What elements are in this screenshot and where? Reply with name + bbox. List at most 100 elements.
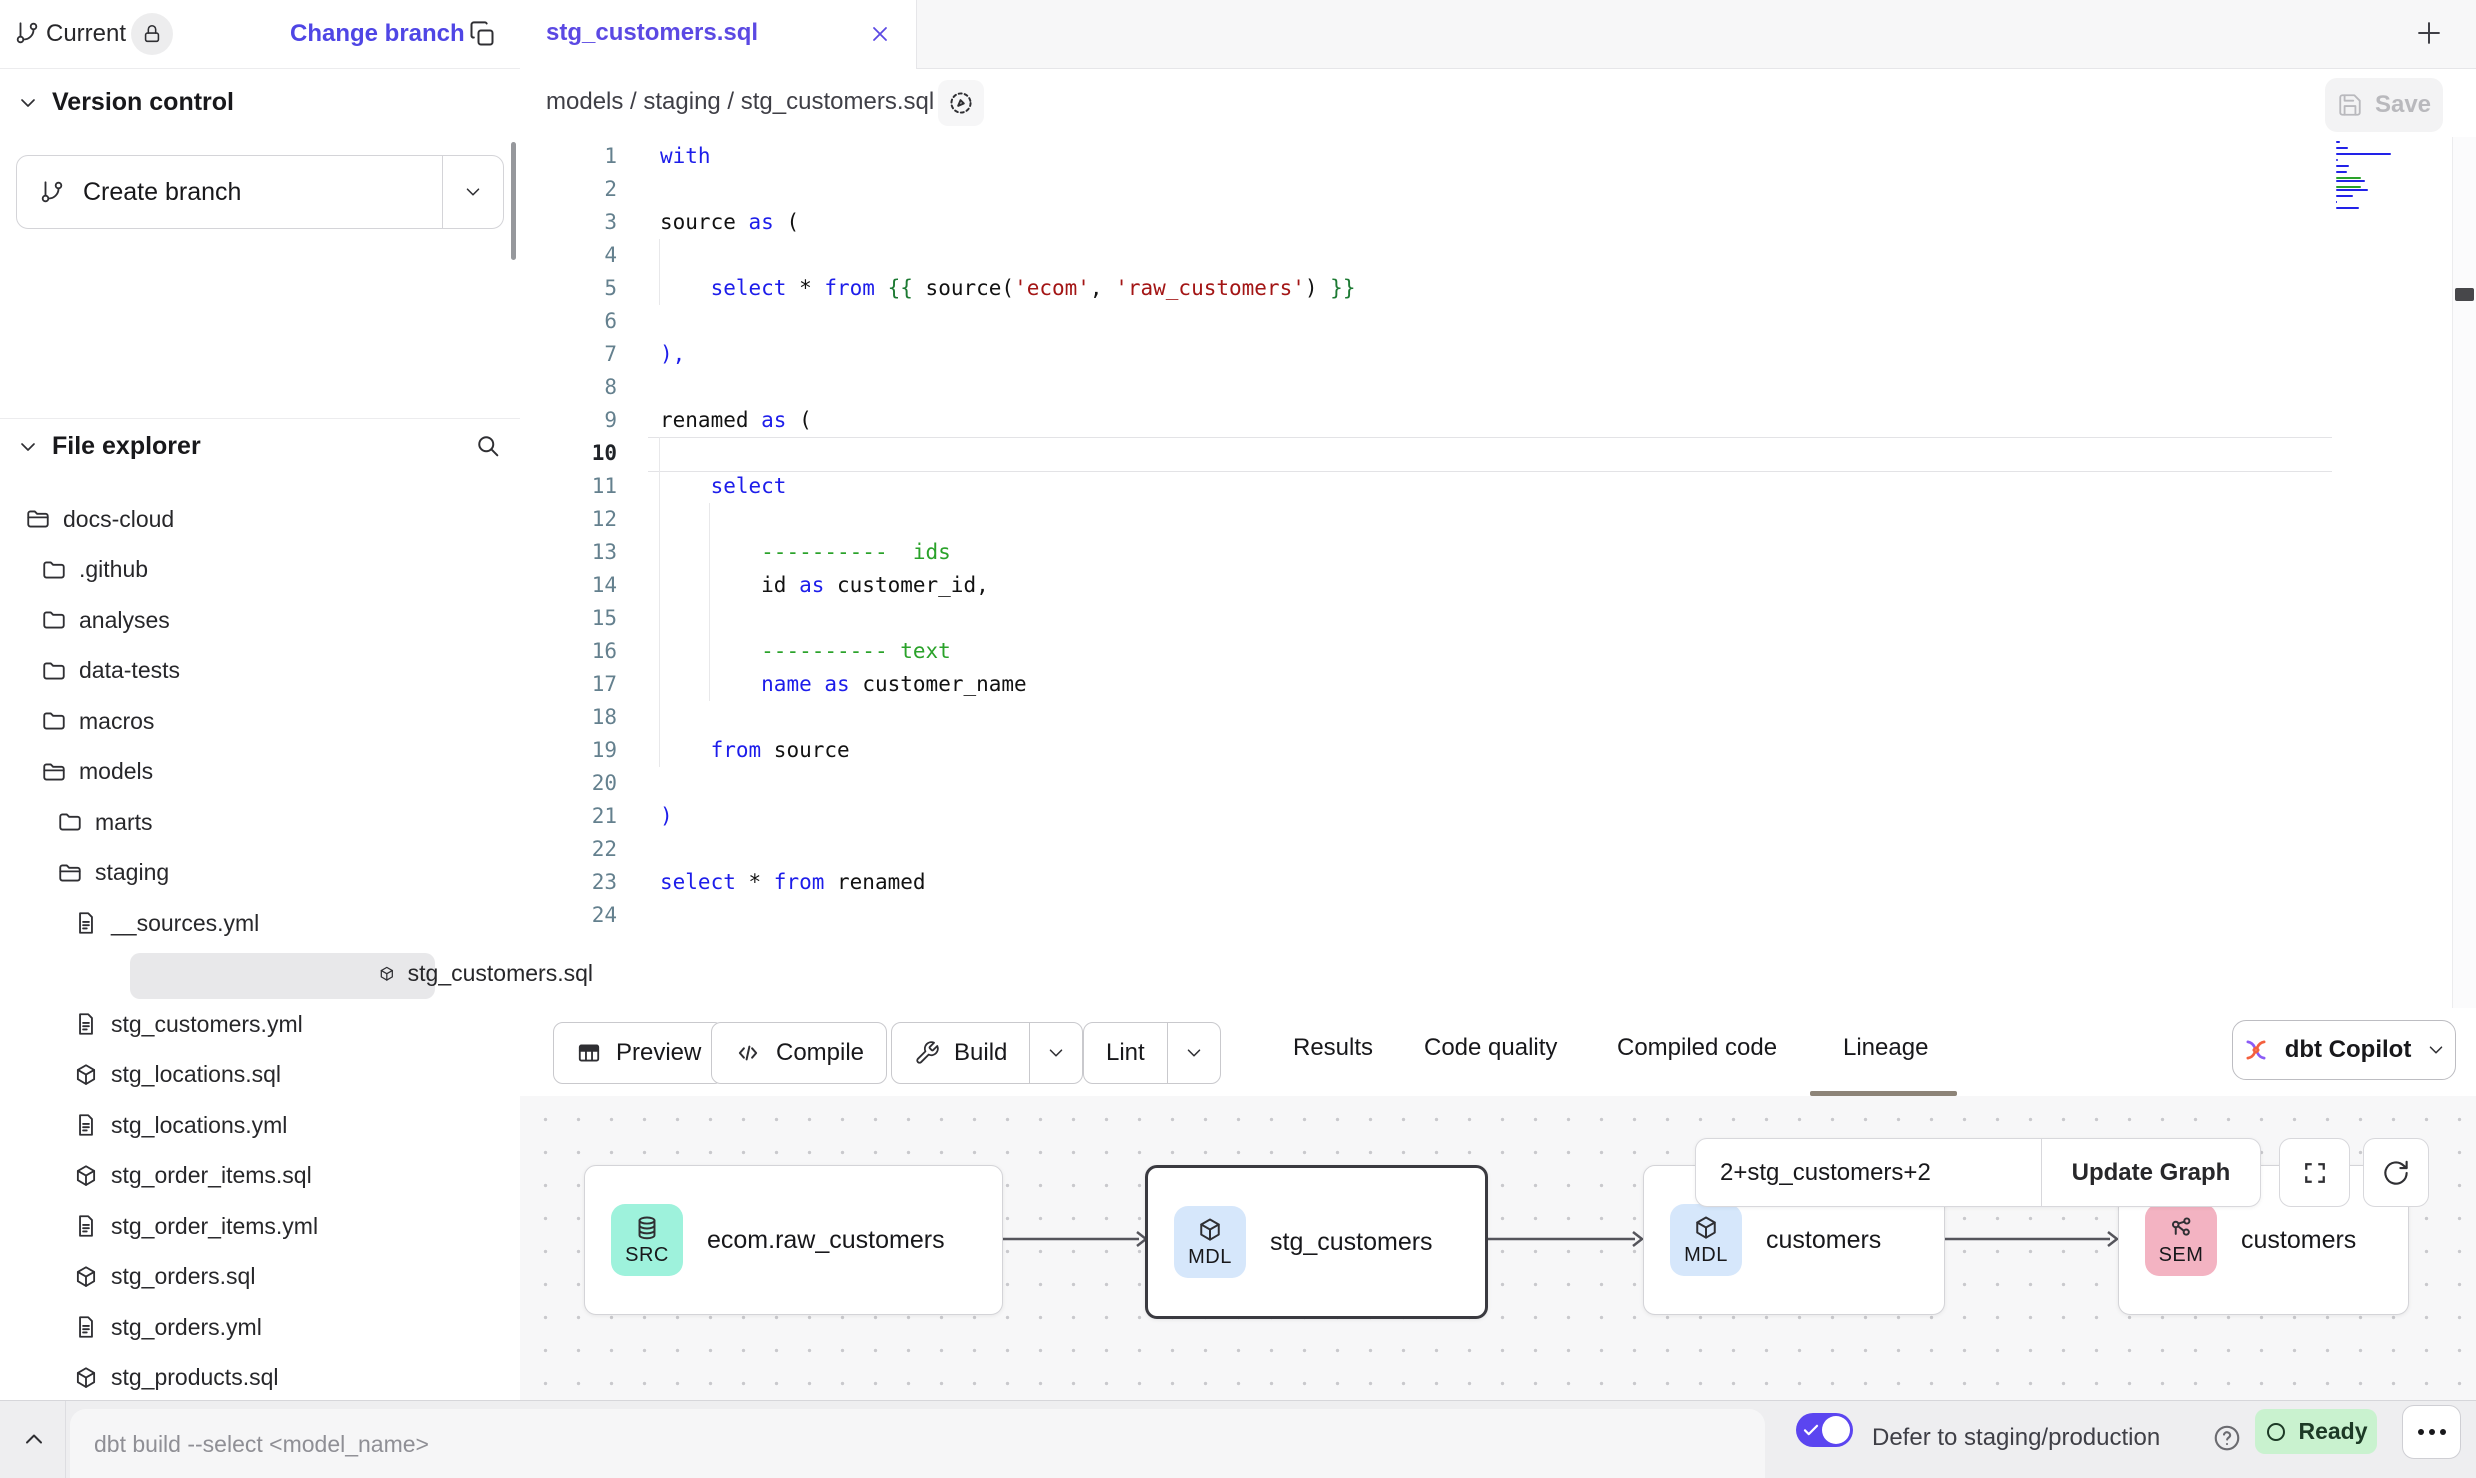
lineage-selector-input[interactable]: 2+stg_customers+2 (1696, 1139, 2041, 1206)
tree-item-data-tests[interactable]: data-tests (0, 646, 561, 696)
tree-item-models[interactable]: models (0, 747, 561, 797)
tab-lineage[interactable]: Lineage (1843, 1034, 1928, 1062)
tree-item-marts[interactable]: marts (0, 797, 577, 847)
tree-item--github[interactable]: .github (0, 545, 561, 595)
tree-item-staging[interactable]: staging (0, 848, 577, 898)
build-dropdown[interactable] (1029, 1023, 1082, 1083)
compile-label: Compile (776, 1039, 864, 1067)
line-number-gutter: 123456789101112131415161718192021222324 (520, 140, 617, 932)
tree-item-stg-orders-yml[interactable]: stg_orders.yml (0, 1302, 593, 1352)
model-badge: MDL (1670, 1204, 1742, 1276)
save-button[interactable]: Save (2325, 78, 2443, 132)
model-cube-icon (73, 1062, 99, 1088)
tree-item-stg-locations-yml[interactable]: stg_locations.yml (0, 1100, 593, 1150)
tree-item-stg-order-items-sql[interactable]: stg_order_items.sql (0, 1151, 593, 1201)
version-control-header[interactable]: Version control (16, 88, 234, 117)
code-editor[interactable]: 123456789101112131415161718192021222324 … (520, 137, 2476, 1009)
section-divider (0, 418, 520, 419)
code-line: select * from renamed (660, 866, 1355, 899)
save-label: Save (2375, 91, 2431, 119)
build-button[interactable]: Build (891, 1022, 1083, 1084)
lock-icon (141, 23, 163, 45)
file-label: __sources.yml (111, 910, 259, 937)
file-actions-button[interactable] (938, 80, 984, 126)
line-number: 16 (520, 635, 617, 668)
help-circle-icon (2212, 1423, 2242, 1453)
dbt-copilot-label: dbt Copilot (2285, 1036, 2412, 1064)
model-badge: MDL (1174, 1206, 1246, 1278)
fullscreen-button[interactable] (2279, 1138, 2350, 1207)
file-icon (73, 1011, 99, 1037)
line-number: 6 (520, 305, 617, 338)
tab-results[interactable]: Results (1293, 1034, 1373, 1062)
current-branch-label: Current (46, 20, 126, 48)
tree-item-macros[interactable]: macros (0, 696, 561, 746)
tree-item-stg-order-items-yml[interactable]: stg_order_items.yml (0, 1201, 593, 1251)
line-number: 21 (520, 800, 617, 833)
cube-icon (1196, 1216, 1224, 1244)
line-number: 20 (520, 767, 617, 800)
lineage-node-source[interactable]: SRC ecom.raw_customers (584, 1165, 1003, 1315)
lint-button[interactable]: Lint (1083, 1022, 1221, 1084)
tree-item--sources-yml[interactable]: __sources.yml (0, 898, 593, 948)
tab-compiled-code[interactable]: Compiled code (1617, 1034, 1777, 1062)
tree-item-stg-orders-sql[interactable]: stg_orders.sql (0, 1252, 593, 1302)
code-line: with (660, 140, 1355, 173)
file-label: stg_orders.sql (111, 1263, 255, 1290)
file-label: models (79, 758, 153, 785)
file-label: stg_products.sql (111, 1364, 278, 1391)
lineage-node-stg-customers[interactable]: MDL stg_customers (1145, 1165, 1488, 1319)
lint-dropdown[interactable] (1167, 1023, 1220, 1083)
create-branch-dropdown[interactable] (442, 156, 503, 228)
refresh-button[interactable] (2363, 1138, 2429, 1207)
status-badge[interactable]: Ready (2255, 1409, 2377, 1454)
tree-item-docs-cloud[interactable]: docs-cloud (0, 494, 545, 544)
copy-branch-button[interactable] (468, 20, 496, 48)
file-label: analyses (79, 607, 170, 634)
compile-button[interactable]: Compile (711, 1022, 887, 1084)
defer-toggle[interactable] (1796, 1413, 1853, 1447)
more-options-button[interactable] (2402, 1405, 2461, 1459)
cube-icon (1692, 1214, 1720, 1242)
code-minimap[interactable] (2336, 141, 2394, 213)
editor-scrollbar-handle[interactable] (2455, 288, 2474, 301)
lineage-edge (1482, 1226, 1645, 1252)
tab-close-button[interactable] (868, 22, 892, 46)
change-branch-link[interactable]: Change branch (290, 20, 465, 48)
dbt-copilot-button[interactable]: dbt Copilot (2232, 1020, 2456, 1080)
lineage-canvas[interactable]: SRC ecom.raw_customers MDL stg_customers… (520, 1096, 2476, 1400)
folder-open-icon (25, 506, 51, 532)
tab-stg-customers[interactable]: stg_customers.sql (520, 0, 917, 69)
tree-item-stg-customers-sql[interactable]: stg_customers.sql (0, 949, 593, 999)
create-branch-button[interactable]: Create branch (16, 155, 504, 229)
file-explorer-header[interactable]: File explorer (16, 432, 201, 461)
sidebar-scrollbar[interactable] (511, 142, 516, 260)
code-line (660, 833, 1355, 866)
new-tab-button[interactable] (2412, 16, 2446, 50)
update-graph-button[interactable]: Update Graph (2041, 1139, 2260, 1206)
tab-title: stg_customers.sql (546, 19, 758, 47)
code-line: ), (660, 338, 1355, 371)
badge-label: SRC (625, 1244, 669, 1267)
folder-icon (41, 708, 67, 734)
tab-code-quality[interactable]: Code quality (1424, 1034, 1557, 1062)
command-input[interactable]: dbt build --select <model_name> (70, 1409, 1765, 1478)
expand-command-bar-button[interactable] (20, 1425, 48, 1453)
code-line (660, 173, 1355, 206)
code-line (660, 767, 1355, 800)
plus-icon (2412, 16, 2446, 50)
tree-item-stg-locations-sql[interactable]: stg_locations.sql (0, 1050, 593, 1100)
file-search-button[interactable] (474, 432, 502, 460)
wrench-icon (914, 1040, 940, 1066)
tree-item-stg-products-sql[interactable]: stg_products.sql (0, 1353, 593, 1403)
editor-scrollbar[interactable] (2452, 137, 2476, 1008)
tree-item-analyses[interactable]: analyses (0, 595, 561, 645)
help-icon[interactable] (2212, 1423, 2242, 1453)
code-content[interactable]: withsource as ( select * from {{ source(… (660, 140, 1355, 932)
model-cube-icon (378, 961, 396, 987)
code-line: source as ( (660, 206, 1355, 239)
code-line: ) (660, 800, 1355, 833)
source-badge: SRC (611, 1204, 683, 1276)
tree-item-stg-customers-yml[interactable]: stg_customers.yml (0, 999, 593, 1049)
preview-button[interactable]: Preview (553, 1022, 724, 1084)
